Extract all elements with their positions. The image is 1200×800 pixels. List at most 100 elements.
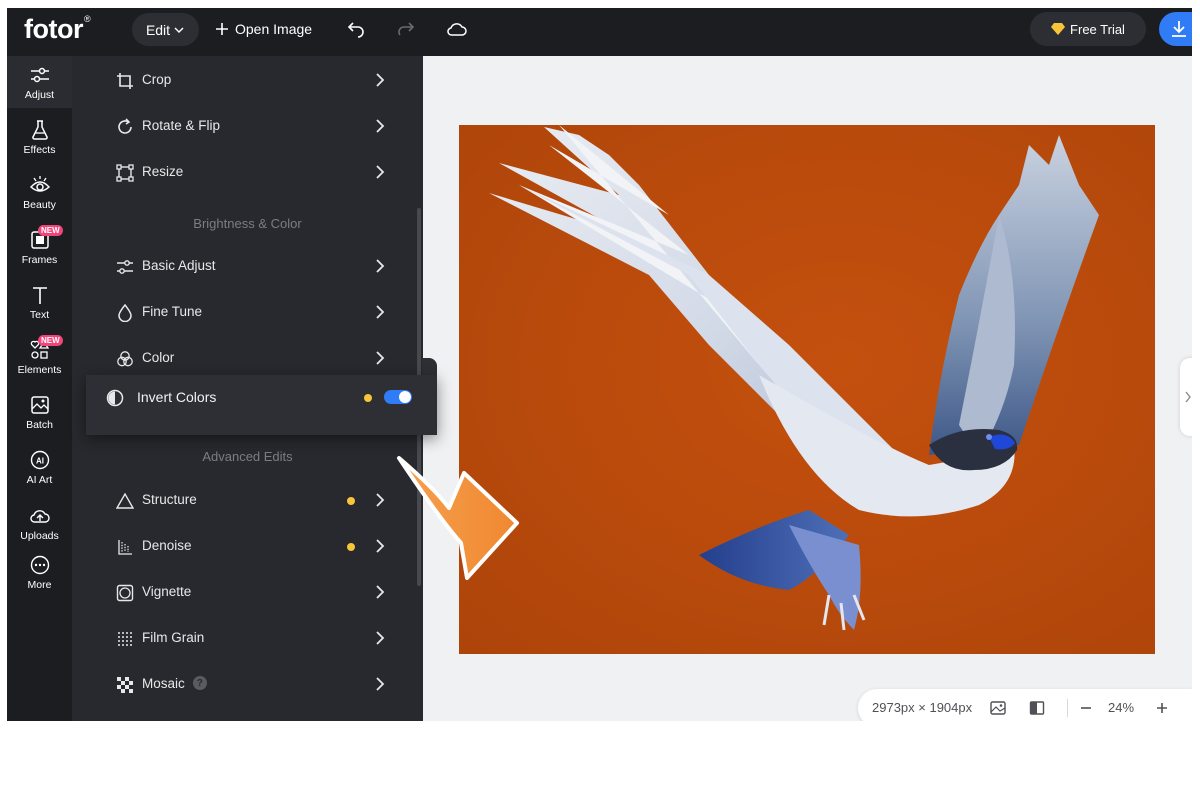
- chevron-right-icon: [376, 585, 385, 599]
- fotor-editor-window: fotor® Edit Open Image Free Trial Adjust…: [7, 8, 1192, 721]
- fotor-logo[interactable]: fotor®: [24, 14, 91, 45]
- menu-item-resize[interactable]: Resize: [72, 150, 423, 196]
- chevron-right-icon: [376, 677, 385, 691]
- rail-label-uploads: Uploads: [20, 529, 59, 542]
- status-dot: [347, 543, 355, 551]
- flask-icon: [29, 119, 51, 141]
- rail-item-adjust[interactable]: Adjust: [7, 56, 72, 108]
- rail-item-text[interactable]: Text: [7, 276, 72, 328]
- svg-text:AI: AI: [36, 456, 44, 465]
- eagle-artwork: [489, 125, 1099, 631]
- rail-label-frames: Frames: [21, 253, 58, 266]
- invert-colors-row[interactable]: Invert Colors: [86, 375, 437, 435]
- rail-item-uploads[interactable]: Uploads: [7, 497, 72, 549]
- zoom-level: 24%: [1108, 700, 1135, 715]
- chevron-right-icon: [376, 305, 385, 319]
- menu-label-basic-adjust: Basic Adjust: [142, 258, 216, 273]
- invert-colors-label: Invert Colors: [137, 389, 217, 405]
- resize-icon: [115, 163, 135, 183]
- zoom-out-icon[interactable]: [1078, 700, 1094, 716]
- diamond-icon: [1051, 23, 1066, 35]
- menu-label-mosaic: Mosaic?: [142, 676, 207, 691]
- plus-icon: [216, 23, 228, 35]
- invert-colors-toggle[interactable]: [384, 390, 412, 404]
- callout-arrow-icon: [397, 456, 519, 580]
- menu-item-fine-tune[interactable]: Fine Tune: [72, 290, 423, 336]
- status-dot: [347, 497, 355, 505]
- chevron-right-icon: [376, 493, 385, 507]
- new-badge: NEW: [38, 335, 63, 346]
- denoise-icon: [115, 537, 135, 557]
- menu-label-rotate-flip: Rotate & Flip: [142, 118, 221, 133]
- chevron-right-icon: [376, 351, 385, 365]
- more-icon: [29, 554, 51, 576]
- rail-label-elements: Elements: [17, 363, 62, 376]
- menu-item-rotate-flip[interactable]: Rotate & Flip: [72, 104, 423, 150]
- menu-item-film-grain[interactable]: Film Grain: [72, 616, 423, 662]
- menu-label-color: Color: [142, 350, 175, 365]
- rail-item-beauty[interactable]: Beauty: [7, 166, 72, 218]
- zoom-in-icon[interactable]: [1154, 700, 1170, 716]
- rail-item-batch[interactable]: Batch: [7, 386, 72, 438]
- crop-icon: [115, 71, 135, 91]
- triangle-icon: [115, 491, 135, 511]
- canvas-status-bar: 2973px × 1904px 24%: [858, 689, 1192, 721]
- mosaic-icon: [115, 675, 135, 695]
- menu-label-structure: Structure: [142, 492, 197, 507]
- batch-icon: [29, 394, 51, 416]
- grain-icon: [115, 629, 135, 649]
- redo-icon[interactable]: [395, 18, 417, 40]
- menu-item-basic-adjust[interactable]: Basic Adjust: [72, 244, 423, 290]
- download-button[interactable]: [1159, 12, 1192, 46]
- help-icon[interactable]: ?: [192, 676, 207, 691]
- section-heading-brightness-color: Brightness & Color: [193, 216, 302, 231]
- menu-label-film-grain: Film Grain: [142, 630, 205, 645]
- rail-label-effects: Effects: [23, 143, 56, 156]
- rail-label-text: Text: [29, 308, 50, 321]
- text-icon: [29, 284, 51, 306]
- color-circles-icon: [115, 349, 135, 369]
- sliders-icon: [29, 64, 51, 86]
- status-dot: [364, 394, 372, 402]
- edited-image-eagle[interactable]: [459, 125, 1155, 654]
- rail-item-elements[interactable]: NEW Elements: [7, 331, 72, 383]
- menu-label-resize: Resize: [142, 164, 184, 179]
- image-icon[interactable]: [990, 700, 1006, 716]
- vignette-icon: [115, 583, 135, 603]
- chevron-right-icon: [376, 259, 385, 273]
- rail-label-more: More: [27, 578, 52, 591]
- menu-label-crop: Crop: [142, 72, 172, 87]
- menu-item-denoise[interactable]: Denoise: [72, 524, 423, 570]
- compare-icon[interactable]: [1029, 700, 1045, 716]
- chevron-right-icon: [376, 119, 385, 133]
- menu-item-mosaic[interactable]: Mosaic?: [72, 662, 423, 708]
- chevron-right-icon: [376, 73, 385, 87]
- chevron-right-icon: [1185, 391, 1191, 403]
- eye-icon: [29, 174, 51, 196]
- free-trial-label: Free Trial: [1070, 21, 1125, 37]
- invert-icon: [106, 389, 124, 407]
- new-badge: NEW: [38, 225, 63, 236]
- right-panel-toggle[interactable]: [1180, 358, 1192, 436]
- rotate-icon: [115, 117, 135, 137]
- free-trial-button[interactable]: Free Trial: [1030, 12, 1146, 46]
- menu-item-vignette[interactable]: Vignette: [72, 570, 423, 616]
- cloud-icon[interactable]: [446, 18, 468, 40]
- open-image-button[interactable]: Open Image: [215, 16, 312, 42]
- menu-item-crop[interactable]: Crop: [72, 58, 423, 104]
- sliders-icon: [115, 257, 135, 277]
- left-tool-rail: Adjust Effects Beauty NEW Frames Text NE…: [7, 56, 72, 721]
- menu-label-fine-tune: Fine Tune: [142, 304, 203, 319]
- rail-item-more[interactable]: More: [7, 546, 72, 598]
- toggle-knob: [399, 391, 411, 403]
- cloud-upload-icon: [29, 505, 51, 527]
- menu-label-denoise: Denoise: [142, 538, 192, 553]
- rail-item-ai-art[interactable]: AI AI Art: [7, 441, 72, 493]
- menu-item-structure[interactable]: Structure: [72, 478, 423, 524]
- download-icon: [1172, 21, 1186, 37]
- rail-item-effects[interactable]: Effects: [7, 111, 72, 163]
- undo-icon[interactable]: [345, 18, 367, 40]
- edit-menu-button[interactable]: Edit: [132, 13, 199, 46]
- rail-item-frames[interactable]: NEW Frames: [7, 221, 72, 273]
- chevron-right-icon: [376, 165, 385, 179]
